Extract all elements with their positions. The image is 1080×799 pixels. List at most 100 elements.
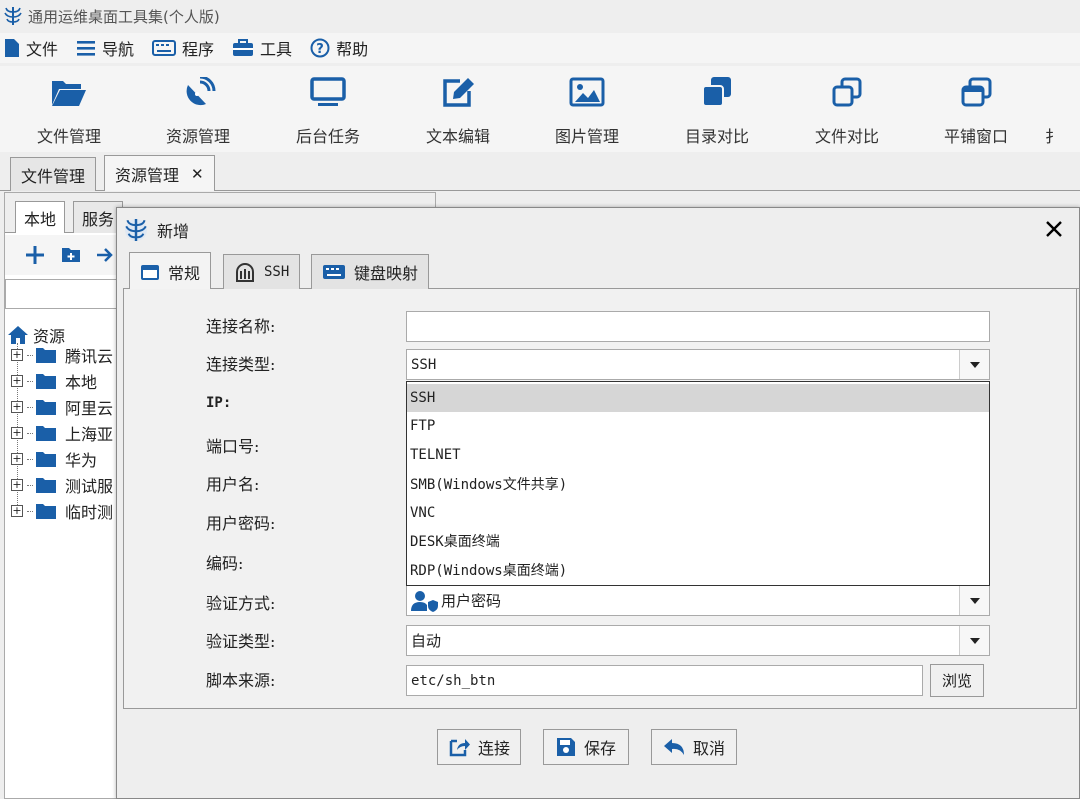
file-icon [5,39,19,57]
new-connection-dialog: 新增 常规 SSH 键盘映射 连接名称: 连接类型: SSH IP: 端口号: … [116,207,1080,799]
menu-label: 工具 [260,40,293,59]
tab-label: 服务 [82,209,115,229]
tree-item[interactable]: + 阿里云 [11,395,113,419]
dropdown-option[interactable]: TELNET [407,441,989,469]
window-restore-icon [961,77,992,107]
tab-resource-manager[interactable]: 资源管理 ✕ [104,155,215,191]
tree-item[interactable]: + 上海亚 [11,421,113,445]
tab-file-manager[interactable]: 文件管理 [10,157,97,191]
tree-item[interactable]: + 华为 [11,447,97,471]
arrow-right-icon[interactable] [95,245,115,265]
folder-icon [36,452,56,467]
script-source-input[interactable]: etc/sh_btn [406,665,923,696]
toolbox-icon [233,39,254,56]
button-label: 取消 [692,739,725,758]
button-label: 保存 [583,739,616,758]
option-label: DESK桌面终端 [410,534,500,550]
expand-icon[interactable]: + [11,349,23,361]
expand-icon[interactable]: + [11,505,23,517]
auth-method-label: 验证方式: [206,594,276,613]
connect-button[interactable]: 连接 [437,729,521,765]
add-folder-icon[interactable] [61,245,81,265]
main-tab-bar: 文件管理 资源管理 ✕ [0,155,1080,191]
menu-nav[interactable]: 导航 [76,36,134,60]
menu-tools[interactable]: 工具 [232,36,292,60]
tool-file-compare[interactable]: 文件对比 [782,66,912,152]
tool-background-tasks[interactable]: 后台任务 [263,66,393,152]
tree-item-label: 阿里云 [65,399,114,418]
tree-item[interactable]: + 临时测 [11,499,113,523]
option-label: FTP [410,418,436,434]
menu-program[interactable]: 程序 [152,36,214,60]
tool-file-manager[interactable]: 文件管理 [4,66,134,152]
menu-label: 帮助 [336,40,369,59]
connection-type-select[interactable]: SSH [406,349,990,380]
browse-button[interactable]: 浏览 [930,664,984,697]
close-icon[interactable] [1043,218,1065,240]
title-bar: 通用运维桌面工具集(个人版) [0,0,1080,32]
tool-text-editor[interactable]: 文本编辑 [393,66,523,152]
chevron-down-icon[interactable] [959,626,989,655]
expand-icon[interactable]: + [11,375,23,387]
close-tab-icon[interactable]: ✕ [191,165,204,183]
toolbar: 文件管理 资源管理 后台任务 文本编辑 图片管理 目录对比 文件对比 平铺窗口 … [0,66,1080,152]
tool-directory-compare[interactable]: 目录对比 [652,66,782,152]
terminal-icon [236,263,254,282]
tab-general[interactable]: 常规 [129,252,212,290]
cancel-button[interactable]: 取消 [651,729,737,765]
menu-help[interactable]: ? 帮助 [310,36,368,60]
tool-more[interactable]: 扌 [1041,66,1080,152]
folder-icon [36,400,56,415]
satellite-dish-icon [186,77,216,106]
tab-label: 本地 [24,209,57,229]
auth-method-select[interactable]: 用户密码 [406,585,990,616]
tool-image-manager[interactable]: 图片管理 [522,66,652,152]
tree-item[interactable]: + 测试服 [11,473,113,497]
tool-label: 后台任务 [295,127,360,146]
add-icon[interactable] [25,245,45,265]
tool-tile-windows[interactable]: 平铺窗口 [911,66,1041,152]
dropdown-option[interactable]: SMB(Windows文件共享) [407,470,989,498]
select-value: 用户密码 [441,592,502,610]
chevron-down-icon[interactable] [959,586,989,615]
menu-label: 程序 [182,40,215,59]
option-label: TELNET [410,447,461,463]
dropdown-option[interactable]: SSH [407,384,989,412]
auth-type-select[interactable]: 自动 [406,625,990,656]
username-label: 用户名: [206,475,260,494]
monitor-icon [310,77,346,106]
dropdown-option[interactable]: FTP [407,412,989,440]
folder-icon [36,374,56,389]
tool-label: 图片管理 [554,127,619,146]
tree-item-label: 本地 [65,373,98,392]
dropdown-option[interactable]: VNC [407,499,989,527]
tab-keymap[interactable]: 键盘映射 [311,254,430,289]
keyboard-icon [323,265,345,279]
tree-item[interactable]: + 腾讯云 [11,343,113,367]
tab-local[interactable]: 本地 [15,201,66,233]
tree-item[interactable]: + 本地 [11,369,97,393]
option-label: RDP(Windows桌面终端) [410,563,568,579]
chevron-down-icon[interactable] [959,350,989,379]
connection-name-input[interactable] [406,311,990,342]
menu-bar: 文件 导航 程序 工具 ? 帮助 [0,33,1080,63]
expand-icon[interactable]: + [11,453,23,465]
dropdown-option[interactable]: DESK桌面终端 [407,527,989,555]
share-icon [449,739,470,757]
tab-ssh[interactable]: SSH [223,254,301,289]
clone-filled-icon [702,77,731,107]
expand-icon[interactable]: + [11,401,23,413]
expand-icon[interactable]: + [11,479,23,491]
undo-icon [663,739,684,755]
expand-icon[interactable]: + [11,427,23,439]
password-label: 用户密码: [206,514,276,533]
save-button[interactable]: 保存 [543,729,629,765]
tree-item-label: 华为 [65,451,98,470]
window-title: 通用运维桌面工具集(个人版) [28,7,220,26]
tool-resource-manager[interactable]: 资源管理 [133,66,263,152]
menu-file[interactable]: 文件 [4,36,58,60]
dropdown-option[interactable]: RDP(Windows桌面终端) [407,556,989,584]
menu-label: 文件 [26,40,59,59]
tool-label: 平铺窗口 [943,127,1008,146]
dialog-title-bar: 新增 [117,208,1079,252]
